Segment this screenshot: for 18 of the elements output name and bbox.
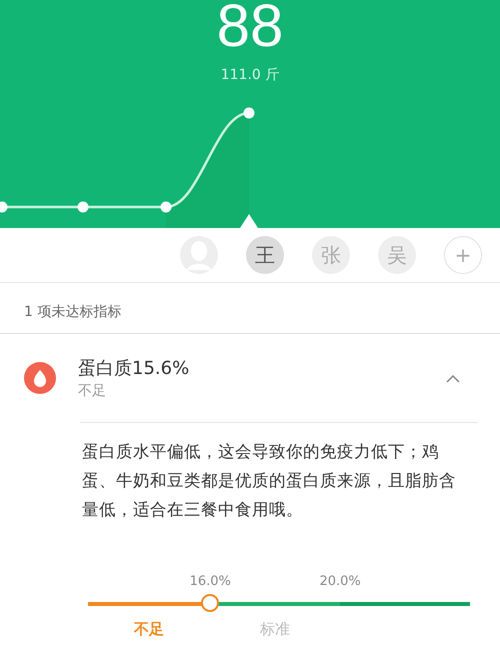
chevron-icon: [446, 374, 460, 382]
threshold-label: 16.0%: [190, 574, 231, 589]
protein-icon: [24, 362, 56, 394]
summary-text: 1 项未达标指标: [0, 283, 500, 334]
range-label: 标准: [260, 620, 290, 639]
indicator-status: 不足: [78, 382, 107, 400]
user-button[interactable]: 王: [246, 236, 284, 274]
user-button[interactable]: 张: [312, 236, 350, 274]
indicator-title: 蛋白质15.6%: [78, 357, 190, 380]
threshold-label: 20.0%: [319, 574, 361, 589]
score-value: 88: [216, 0, 284, 56]
indicator-description: 蛋白质水平偏低，这会导致你的免疫力低下；鸡蛋、牛奶和豆类都是优质的蛋白质来源，且脂肪含量低，适合在三餐中食用哦。: [81, 441, 457, 521]
pointer-icon: [240, 214, 258, 228]
range-label: 不足: [134, 620, 164, 639]
user-button[interactable]: 吴: [378, 236, 416, 274]
collapse-button[interactable]: [446, 374, 460, 382]
add-user-button[interactable]: +: [444, 236, 482, 274]
weight-value: 111.0 斤: [220, 66, 280, 84]
